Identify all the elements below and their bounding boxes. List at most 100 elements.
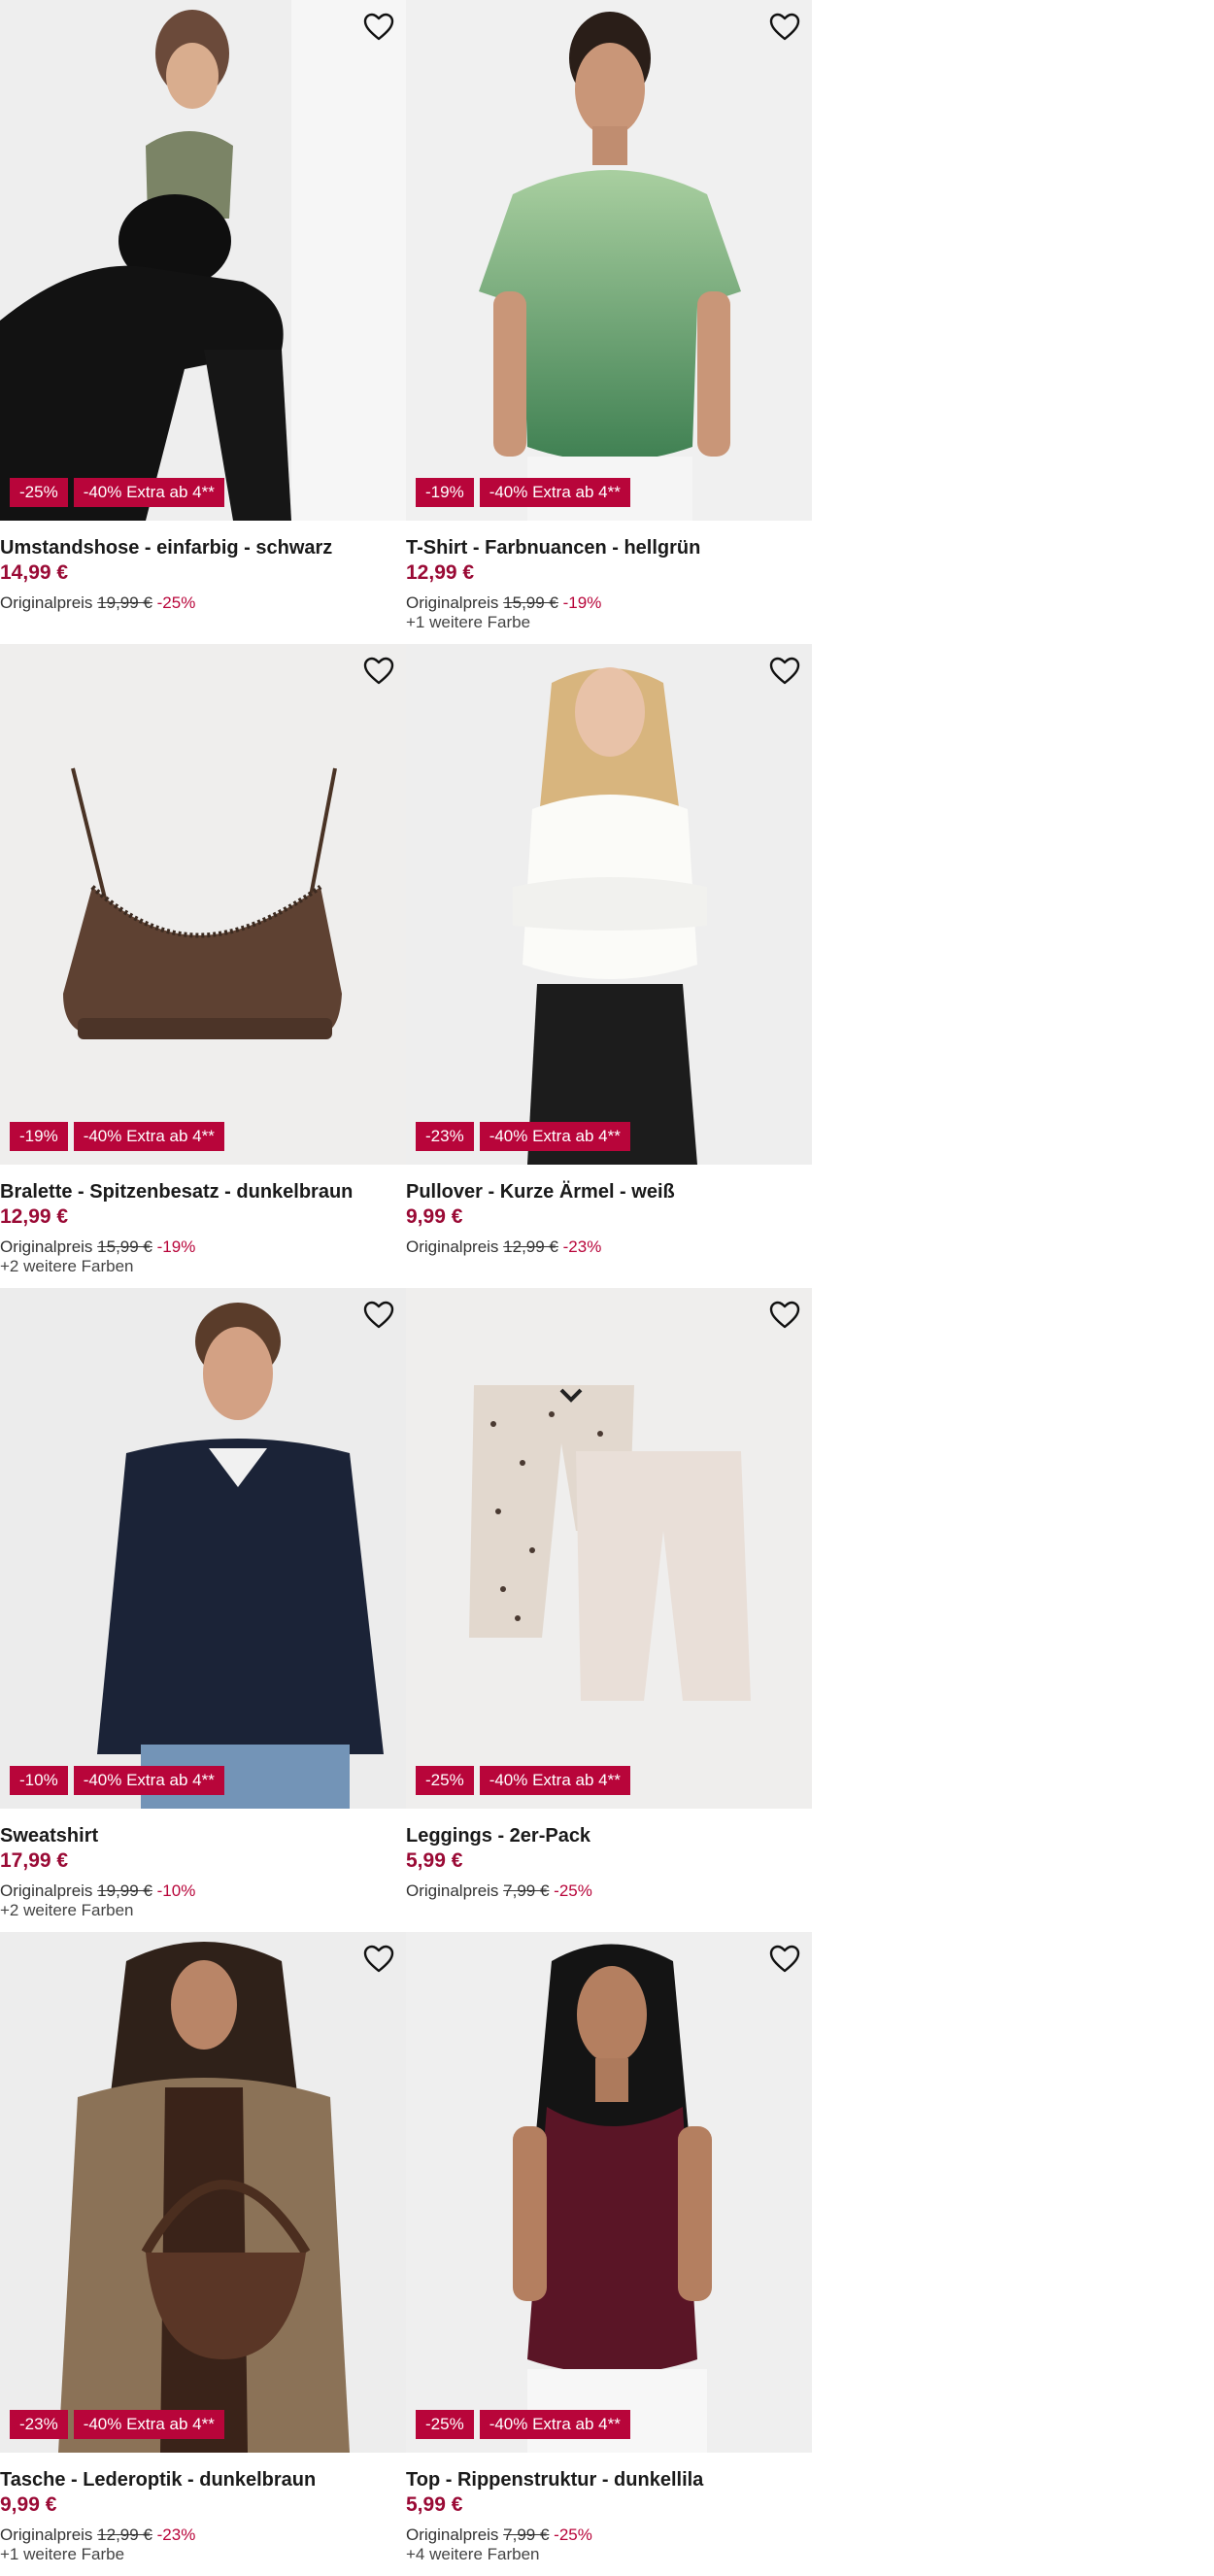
discount-badge: -23% — [10, 2410, 68, 2439]
original-price: 12,99 € — [97, 2525, 152, 2544]
extra-discount-badge: -40% Extra ab 4** — [479, 2410, 630, 2439]
heart-icon — [363, 1301, 394, 1329]
discount-badge: -23% — [416, 1122, 474, 1151]
product-image[interactable]: -25% -40% Extra ab 4** — [0, 0, 406, 521]
product-price: 5,99 € — [406, 1849, 463, 1872]
extra-discount-badge: -40% Extra ab 4** — [479, 1122, 630, 1151]
product-card[interactable]: -19% -40% Extra ab 4** T-Shirt - Farbnua… — [406, 0, 812, 644]
original-price-label: Originalpreis — [406, 2525, 499, 2544]
product-name[interactable]: Leggings - 2er-Pack — [406, 1824, 812, 1848]
favorite-button[interactable] — [767, 1942, 802, 1977]
more-colors[interactable]: +4 weitere Farben — [406, 2545, 812, 2564]
product-name[interactable]: T-Shirt - Farbnuancen - hellgrün — [406, 536, 812, 560]
original-price-line: Originalpreis 15,99 € -19% — [0, 1237, 406, 1257]
product-info: Tasche - Lederoptik - dunkelbraun 9,99 €… — [0, 2453, 406, 2564]
more-colors[interactable]: +2 weitere Farben — [0, 1901, 406, 1920]
product-card[interactable]: -25% -40% Extra ab 4** Top - Rippenstruk… — [406, 1932, 812, 2576]
original-price-label: Originalpreis — [406, 1881, 499, 1900]
product-image[interactable]: -19% -40% Extra ab 4** — [406, 0, 812, 521]
discount-percent: -19% — [156, 1237, 196, 1256]
heart-icon — [363, 657, 394, 685]
discount-percent: -25% — [554, 1881, 592, 1900]
favorite-button[interactable] — [361, 10, 396, 45]
product-price: 14,99 € — [0, 561, 69, 584]
product-info: Pullover - Kurze Ärmel - weiß 9,99 € Ori… — [406, 1165, 812, 1257]
product-image[interactable]: -19% -40% Extra ab 4** — [0, 644, 406, 1165]
product-card[interactable]: -10% -40% Extra ab 4** Sweatshirt 17,99 … — [0, 1288, 406, 1932]
product-price: 9,99 € — [0, 2493, 57, 2516]
heart-icon — [363, 1945, 394, 1973]
product-name[interactable]: Tasche - Lederoptik - dunkelbraun — [0, 2468, 406, 2492]
product-card[interactable]: -23% -40% Extra ab 4** Pullover - Kurze … — [406, 644, 812, 1288]
heart-icon — [363, 13, 394, 41]
original-price-line: Originalpreis 19,99 € -10% — [0, 1881, 406, 1901]
product-info: T-Shirt - Farbnuancen - hellgrün 12,99 €… — [406, 521, 812, 632]
product-name[interactable]: Bralette - Spitzenbesatz - dunkelbraun — [0, 1180, 406, 1204]
product-info: Bralette - Spitzenbesatz - dunkelbraun 1… — [0, 1165, 406, 1276]
extra-discount-badge: -40% Extra ab 4** — [73, 1122, 224, 1151]
heart-icon — [769, 13, 800, 41]
product-card[interactable]: -23% -40% Extra ab 4** Tasche - Lederopt… — [0, 1932, 406, 2576]
original-price-label: Originalpreis — [0, 593, 93, 612]
original-price: 19,99 € — [97, 1881, 152, 1900]
original-price: 7,99 € — [503, 1881, 550, 1900]
product-info: Leggings - 2er-Pack 5,99 € Originalpreis… — [406, 1809, 812, 1901]
favorite-button[interactable] — [361, 1942, 396, 1977]
discount-percent: -19% — [562, 593, 602, 612]
product-image[interactable]: -23% -40% Extra ab 4** — [0, 1932, 406, 2453]
product-image[interactable]: -10% -40% Extra ab 4** — [0, 1288, 406, 1809]
product-image[interactable]: -25% -40% Extra ab 4** — [406, 1932, 812, 2453]
original-price-line: Originalpreis 12,99 € -23% — [406, 1237, 812, 1257]
more-colors[interactable]: +1 weitere Farbe — [406, 613, 812, 632]
product-info: Umstandshose - einfarbig - schwarz 14,99… — [0, 521, 406, 613]
original-price: 7,99 € — [503, 2525, 550, 2544]
extra-discount-badge: -40% Extra ab 4** — [479, 478, 630, 507]
favorite-button[interactable] — [767, 654, 802, 689]
product-card[interactable]: -19% -40% Extra ab 4** Bralette - Spitze… — [0, 644, 406, 1288]
original-price-line: Originalpreis 15,99 € -19% — [406, 593, 812, 613]
product-card[interactable]: -25% -40% Extra ab 4** Leggings - 2er-Pa… — [406, 1288, 812, 1932]
product-price: 9,99 € — [406, 1205, 463, 1228]
product-photo-bag — [0, 1932, 406, 2453]
heart-icon — [769, 1945, 800, 1973]
original-price-label: Originalpreis — [406, 1237, 499, 1256]
discount-badge: -10% — [10, 1766, 68, 1795]
badge-row: -23% -40% Extra ab 4** — [416, 1122, 630, 1151]
product-grid: -25% -40% Extra ab 4** Umstandshose - ei… — [0, 0, 812, 2576]
original-price-line: Originalpreis 12,99 € -23% — [0, 2525, 406, 2545]
discount-percent: -23% — [156, 2525, 196, 2544]
badge-row: -23% -40% Extra ab 4** — [10, 2410, 224, 2439]
original-price: 15,99 € — [97, 1237, 152, 1256]
extra-discount-badge: -40% Extra ab 4** — [73, 1766, 224, 1795]
discount-percent: -10% — [156, 1881, 196, 1900]
discount-badge: -25% — [416, 1766, 474, 1795]
badge-row: -25% -40% Extra ab 4** — [416, 2410, 630, 2439]
product-name[interactable]: Top - Rippenstruktur - dunkellila — [406, 2468, 812, 2492]
discount-badge: -25% — [416, 2410, 474, 2439]
product-price: 12,99 € — [0, 1205, 69, 1228]
original-price-label: Originalpreis — [0, 2525, 93, 2544]
original-price: 12,99 € — [503, 1237, 558, 1256]
original-price-label: Originalpreis — [0, 1237, 93, 1256]
discount-percent: -25% — [554, 2525, 592, 2544]
favorite-button[interactable] — [361, 654, 396, 689]
original-price-label: Originalpreis — [406, 593, 499, 612]
discount-badge: -19% — [416, 478, 474, 507]
favorite-button[interactable] — [361, 1298, 396, 1333]
favorite-button[interactable] — [767, 10, 802, 45]
extra-discount-badge: -40% Extra ab 4** — [73, 2410, 224, 2439]
product-image[interactable]: -23% -40% Extra ab 4** — [406, 644, 812, 1165]
product-photo-tshirt-green — [406, 0, 812, 521]
product-name[interactable]: Pullover - Kurze Ärmel - weiß — [406, 1180, 812, 1204]
product-name[interactable]: Umstandshose - einfarbig - schwarz — [0, 536, 406, 560]
more-colors[interactable]: +2 weitere Farben — [0, 1257, 406, 1276]
product-card[interactable]: -25% -40% Extra ab 4** Umstandshose - ei… — [0, 0, 406, 644]
product-photo-sweatshirt — [0, 1288, 406, 1809]
favorite-button[interactable] — [767, 1298, 802, 1333]
product-image[interactable]: -25% -40% Extra ab 4** — [406, 1288, 812, 1809]
product-name[interactable]: Sweatshirt — [0, 1824, 406, 1848]
more-colors[interactable]: +1 weitere Farbe — [0, 2545, 406, 2564]
heart-icon — [769, 1301, 800, 1329]
product-info: Top - Rippenstruktur - dunkellila 5,99 €… — [406, 2453, 812, 2564]
product-price: 17,99 € — [0, 1849, 69, 1872]
